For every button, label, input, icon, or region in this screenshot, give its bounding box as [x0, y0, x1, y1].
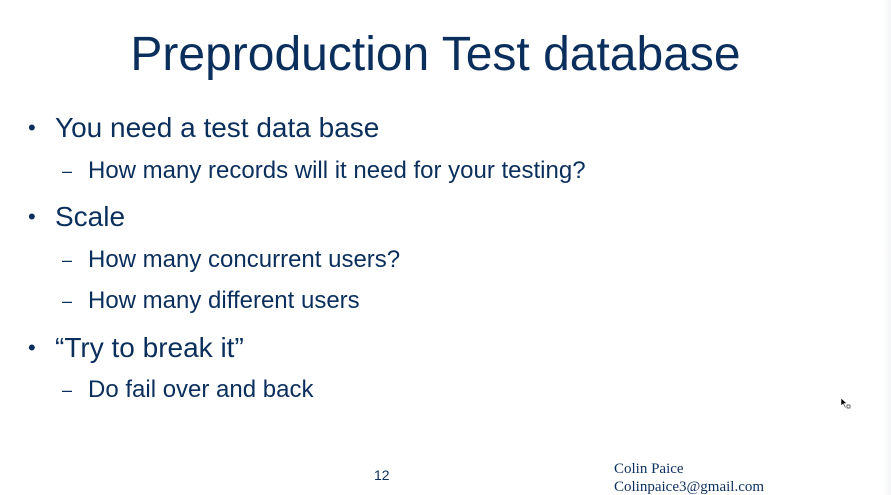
- slide-page-number: 12: [374, 467, 390, 483]
- bullet-text: You need a test data base: [55, 112, 380, 143]
- mouse-pointer-icon: [840, 396, 852, 409]
- sub-bullet-marker: –: [62, 250, 73, 270]
- bullet-marker: •: [28, 335, 36, 360]
- sub-bullet-marker: –: [62, 161, 73, 181]
- sub-bullet-marker: –: [62, 291, 73, 311]
- slide-footer-author: Colin Paice Colinpaice3@gmail.com: [614, 460, 764, 495]
- bullet-marker: •: [28, 204, 36, 229]
- bullet-text: Scale: [55, 201, 126, 232]
- sub-bullet-text: Do fail over and back: [88, 376, 314, 403]
- author-email: Colinpaice3@gmail.com: [614, 479, 765, 495]
- bullet-text: “Try to break it”: [55, 332, 244, 363]
- presentation-slide: Preproduction Test database • You need a…: [0, 0, 891, 495]
- sub-bullet-marker: –: [62, 380, 73, 400]
- slide-right-edge: [883, 0, 891, 495]
- bullet-marker: •: [28, 115, 36, 140]
- slide-title: Preproduction Test database: [130, 28, 741, 81]
- author-name: Colin Paice: [614, 461, 684, 477]
- sub-bullet-text: How many different users: [88, 287, 360, 314]
- sub-bullet-text: How many records will it need for your t…: [88, 157, 586, 184]
- sub-bullet-text: How many concurrent users?: [88, 246, 401, 273]
